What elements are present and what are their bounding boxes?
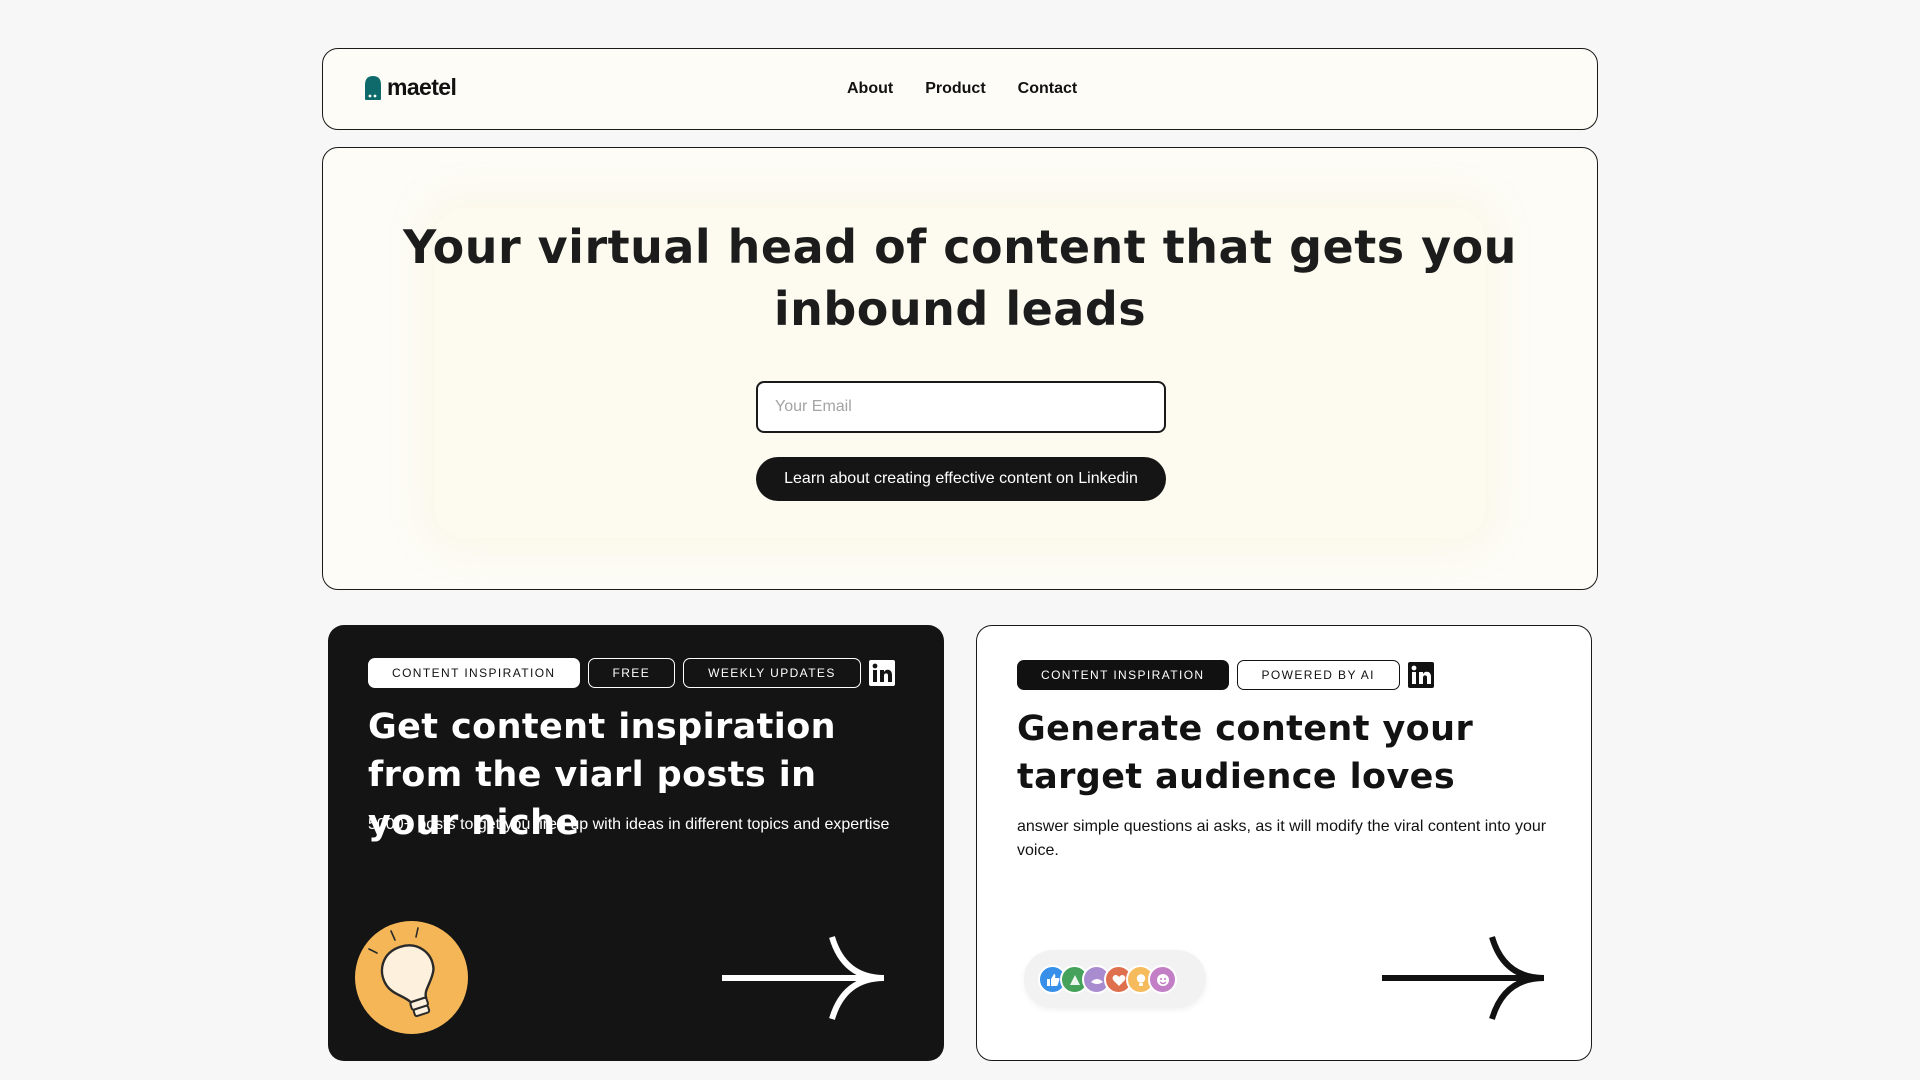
brand-logo[interactable]: maetel	[363, 74, 457, 101]
card-tags: CONTENT INSPIRATION FREE WEEKLY UPDATES	[368, 658, 895, 688]
arrow-right-icon[interactable]	[722, 934, 888, 1022]
nav-link-about[interactable]: About	[847, 80, 893, 98]
brand-name: maetel	[387, 74, 457, 100]
main-nav: About Product Contact	[847, 80, 1077, 98]
reactions-icons	[1024, 950, 1206, 1008]
top-navbar: maetel About Product Contact	[322, 48, 1598, 130]
linkedin-icon	[868, 660, 895, 686]
lightbulb-icon	[355, 921, 468, 1034]
ai-content-generation-card[interactable]: CONTENT INSPIRATION POWERED BY AI Genera…	[976, 625, 1592, 1061]
email-input[interactable]	[756, 381, 1166, 433]
tag-content-inspiration: CONTENT INSPIRATION	[1017, 660, 1229, 690]
tag-powered-by-ai: POWERED BY AI	[1236, 660, 1400, 690]
funny-reaction-icon	[1148, 965, 1177, 994]
arrow-right-icon[interactable]	[1382, 934, 1548, 1022]
tag-weekly-updates: WEEKLY UPDATES	[683, 658, 861, 688]
nav-link-product[interactable]: Product	[925, 80, 985, 98]
tag-free: FREE	[587, 658, 676, 688]
content-inspiration-card[interactable]: CONTENT INSPIRATION FREE WEEKLY UPDATES …	[328, 625, 944, 1061]
card-tags: CONTENT INSPIRATION POWERED BY AI	[1017, 660, 1434, 690]
linkedin-content-cta-button[interactable]: Learn about creating effective content o…	[756, 457, 1166, 501]
hero-title: Your virtual head of content that gets y…	[403, 220, 1517, 336]
linkedin-icon	[1407, 662, 1434, 688]
card-description: 5000+ posts to get you fired up with ide…	[368, 816, 890, 833]
tag-content-inspiration: CONTENT INSPIRATION	[368, 658, 580, 688]
card-description: answer simple questions ai asks, as it w…	[1017, 818, 1547, 859]
nav-link-contact[interactable]: Contact	[1018, 80, 1078, 98]
maetel-logo-icon	[365, 75, 381, 100]
card-title: Generate content your target audience lo…	[1017, 709, 1474, 797]
hero-section: Your virtual head of content that gets y…	[322, 147, 1598, 590]
